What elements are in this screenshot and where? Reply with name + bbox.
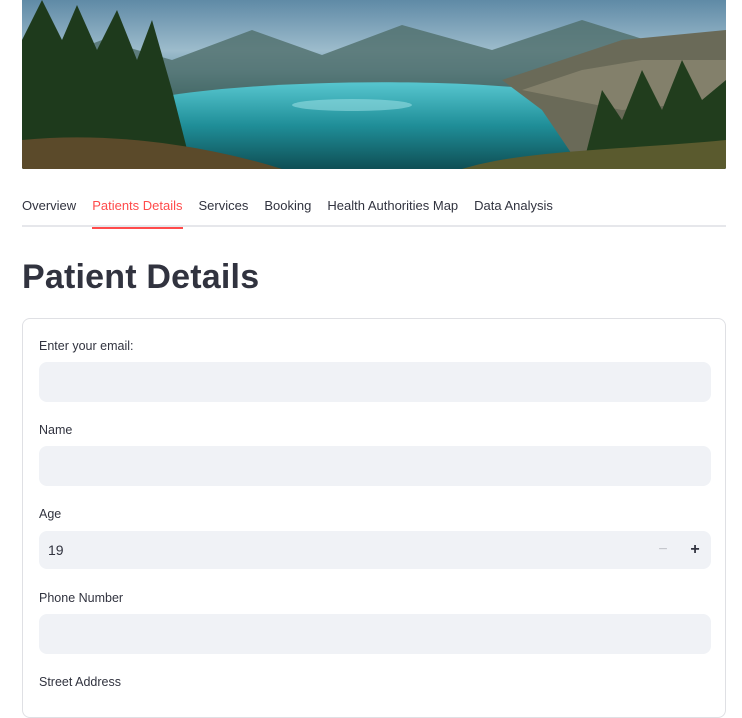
tab-data-analysis[interactable]: Data Analysis (474, 190, 553, 227)
phone-input[interactable] (39, 614, 711, 654)
tab-overview[interactable]: Overview (22, 190, 76, 227)
tab-services[interactable]: Services (199, 190, 249, 227)
email-label: Enter your email: (39, 339, 134, 353)
email-input[interactable] (39, 362, 711, 402)
page-title: Patient Details (22, 258, 260, 296)
age-input[interactable] (39, 531, 647, 569)
phone-label: Phone Number (39, 591, 124, 605)
minus-icon[interactable]: − (647, 531, 679, 569)
tab-bar: Overview Patients Details Services Booki… (22, 190, 726, 229)
name-label: Name (39, 423, 73, 437)
age-number-input: − + (39, 531, 711, 569)
name-input[interactable] (39, 446, 711, 486)
street-address-label: Street Address (39, 675, 121, 689)
tab-health-authorities-map[interactable]: Health Authorities Map (327, 190, 458, 227)
age-label: Age (39, 507, 62, 521)
tab-booking[interactable]: Booking (264, 190, 311, 227)
lake-landscape-illustration (22, 0, 726, 169)
patient-details-form: Enter your email: Name Age − + Phone Num… (22, 318, 726, 718)
header-banner-image (22, 0, 726, 169)
tab-patients-details[interactable]: Patients Details (92, 190, 183, 229)
plus-icon[interactable]: + (679, 531, 711, 569)
